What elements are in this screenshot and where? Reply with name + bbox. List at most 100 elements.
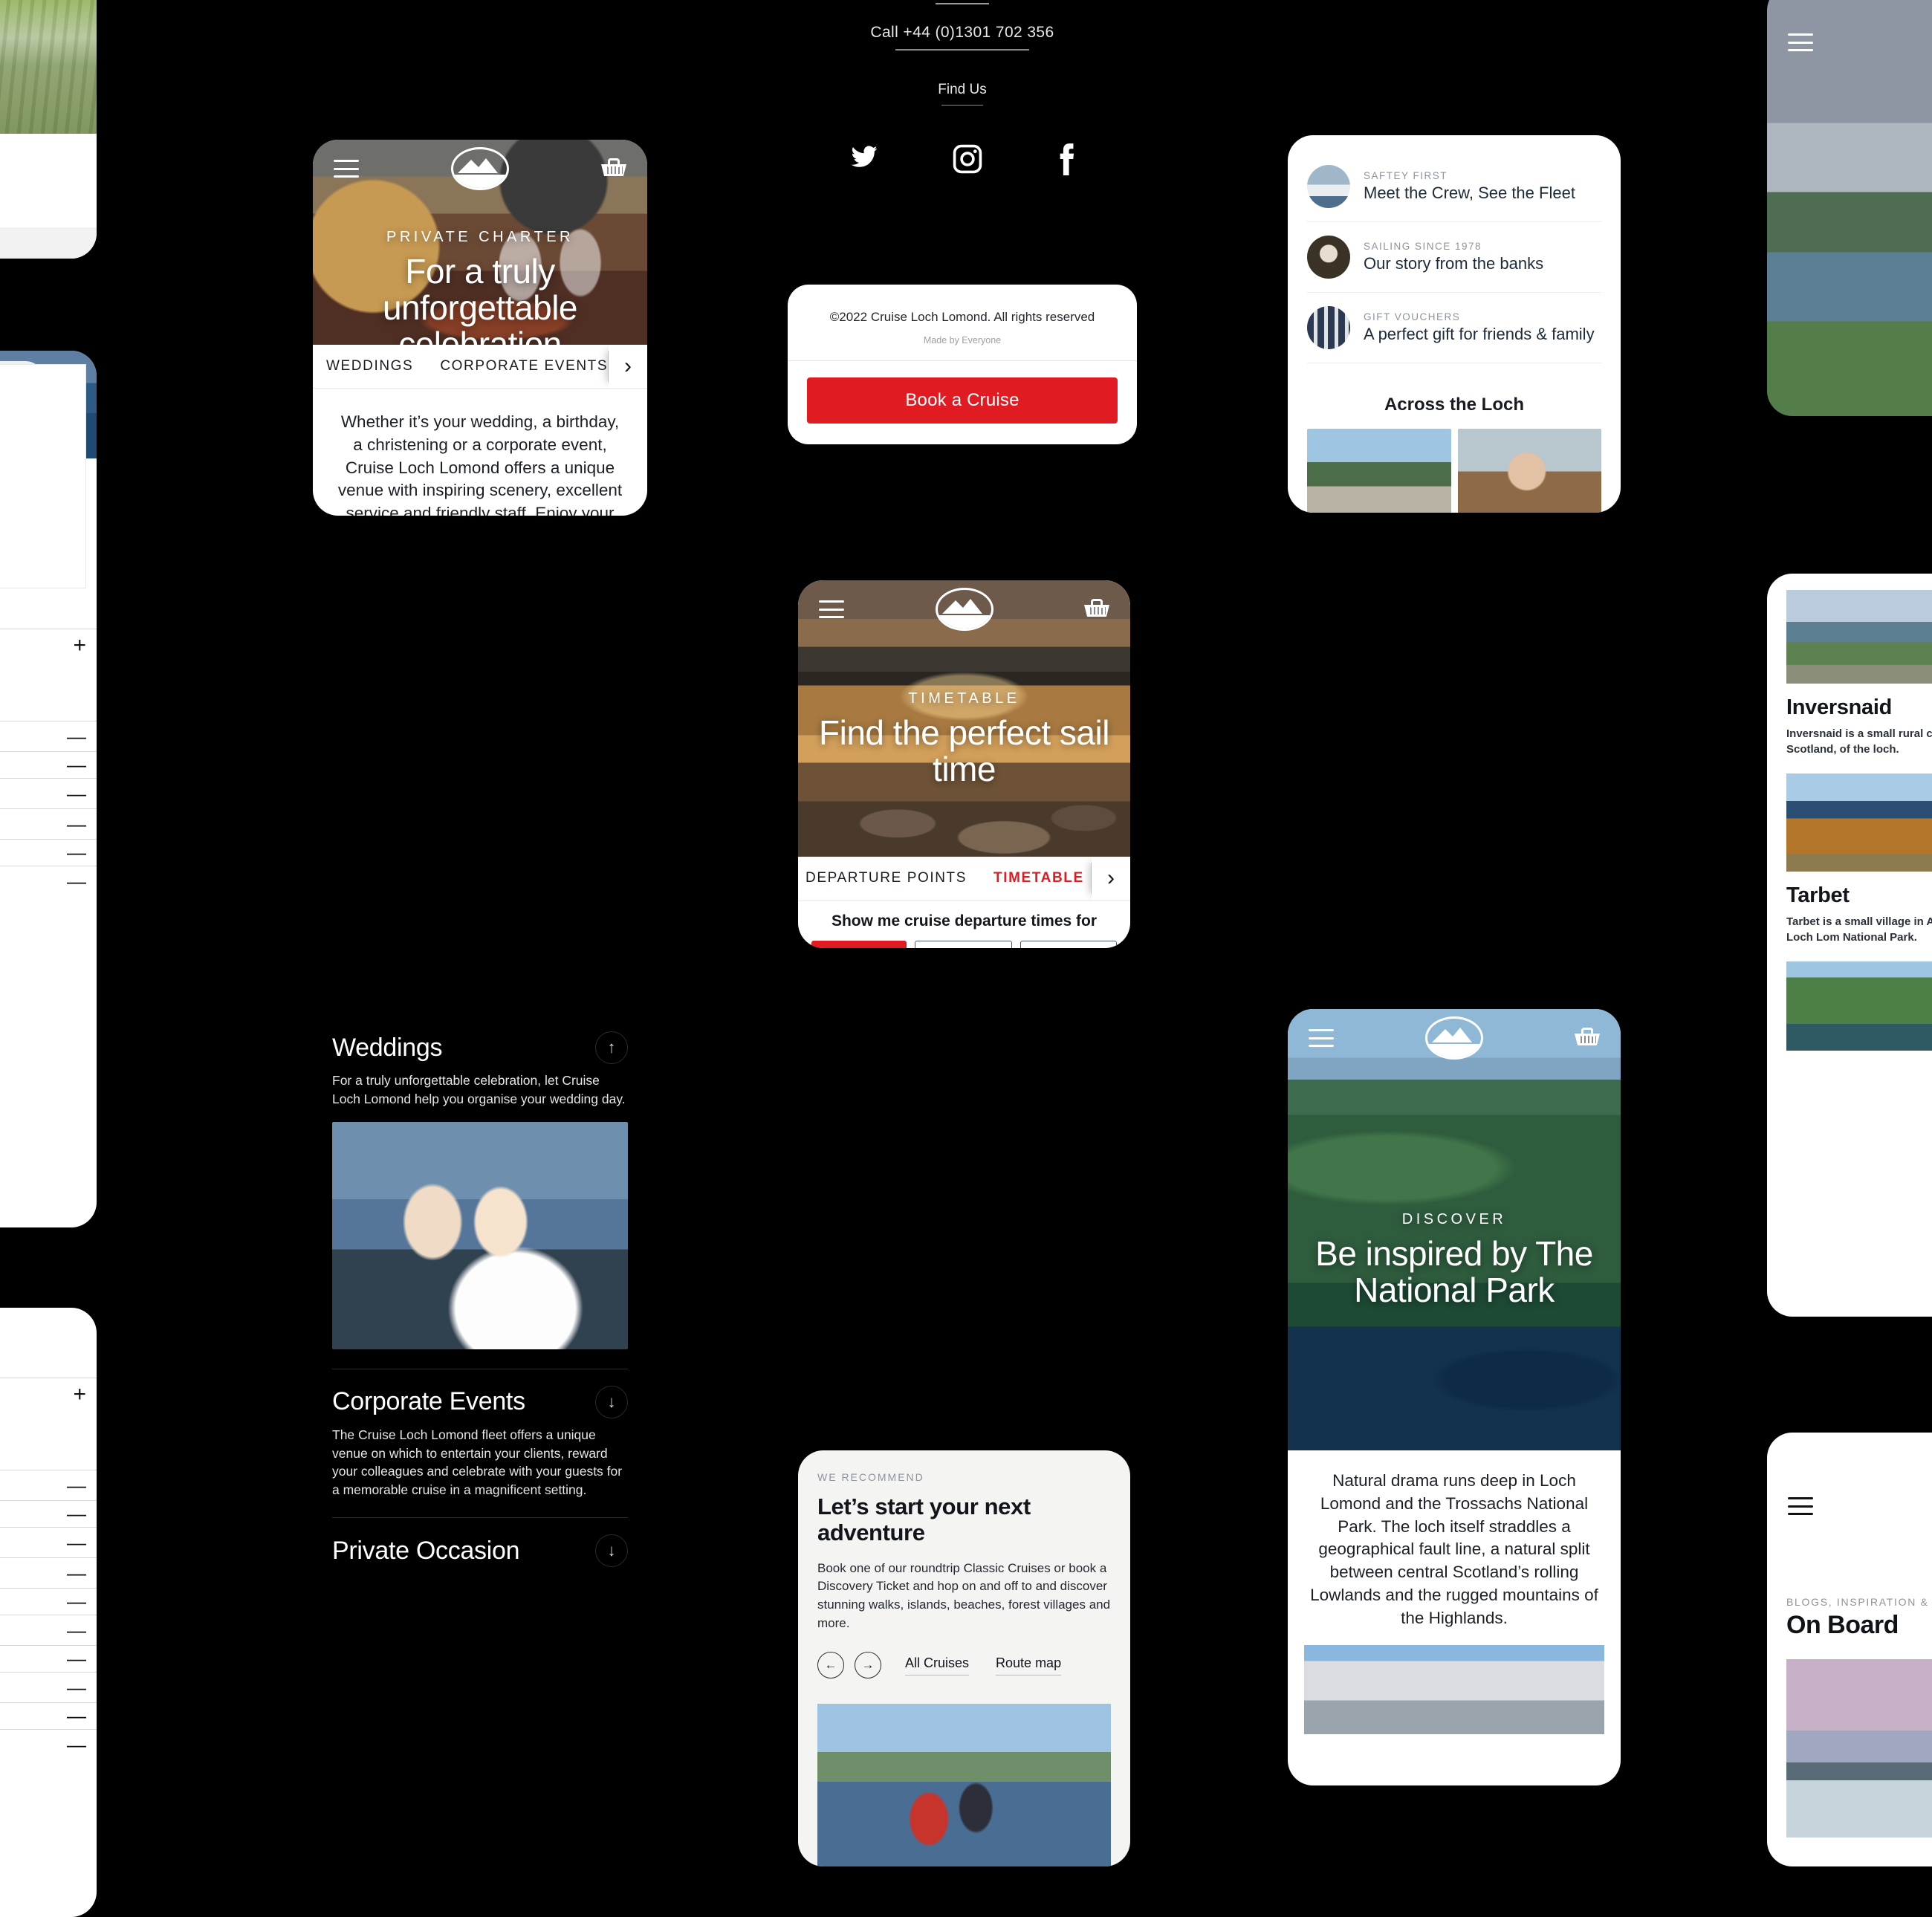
list-item[interactable]: GIFT VOUCHERS A perfect gift for friends… <box>1307 293 1601 363</box>
faq-row[interactable]: aterbus services+ <box>0 1378 97 1410</box>
minus-icon[interactable]: — <box>67 1735 86 1754</box>
weddings-accordion-card[interactable]: Weddings ↑ For a truly unforgettable cel… <box>313 1018 647 1866</box>
minus-icon[interactable]: — <box>67 755 86 774</box>
menu-icon[interactable] <box>1788 1497 1813 1515</box>
faq-row[interactable]: d?— <box>0 808 97 839</box>
filter-this-month-button[interactable]: This Month <box>1020 941 1117 948</box>
basket-icon[interactable] <box>1575 1028 1600 1048</box>
faq-row[interactable]: us child friendly?— <box>0 778 97 808</box>
brand-logo[interactable] <box>451 147 509 190</box>
find-us-link[interactable]: Find Us <box>788 82 1137 98</box>
faq-row[interactable]: y Ticket?— <box>0 1470 97 1500</box>
arrow-right-icon[interactable]: → <box>855 1652 881 1679</box>
list-item[interactable]: SAILING SINCE 1978 Our story from the ba… <box>1307 222 1601 293</box>
menu-icon[interactable] <box>819 600 844 618</box>
tabs-next-arrow-icon[interactable]: › <box>609 345 647 388</box>
minus-icon[interactable]: — <box>67 814 86 834</box>
minus-icon[interactable]: — <box>67 1706 86 1725</box>
filter-today-button[interactable]: Today <box>811 941 907 948</box>
minus-icon[interactable]: — <box>67 1649 86 1668</box>
basket-icon[interactable] <box>601 158 626 179</box>
footer-divider <box>788 360 1137 361</box>
minus-icon[interactable]: — <box>67 1621 86 1640</box>
minus-icon[interactable]: — <box>67 1504 86 1523</box>
minus-icon[interactable]: — <box>67 1476 86 1495</box>
girl-on-boat-photo[interactable] <box>1457 429 1601 513</box>
tab-departure-points[interactable]: DEPARTURE POINTS <box>798 870 980 886</box>
recommend-card[interactable]: WE RECOMMEND Let’s start your next adven… <box>798 1450 1130 1866</box>
menu-icon[interactable] <box>1788 33 1813 51</box>
edge-card-places[interactable]: Inversnaid Inversnaid is a small rural c… <box>1767 574 1932 1317</box>
book-a-cruise-button[interactable]: Book a Cruise <box>807 377 1118 424</box>
minus-icon[interactable]: — <box>67 1592 86 1611</box>
quick-filter-row: Today Tomorrow This Month <box>811 941 1117 948</box>
brand-logo[interactable] <box>1425 1016 1483 1060</box>
park-hero: DISCOVER Be inspired by The National Par… <box>1288 1009 1621 1450</box>
shore-trees-photo[interactable] <box>1307 429 1451 513</box>
filter-tomorrow-button[interactable]: Tomorrow <box>915 941 1012 948</box>
up-arrow-icon[interactable]: ↑ <box>595 1031 628 1064</box>
walks-photo-texture <box>0 0 97 134</box>
faq-row[interactable]: — <box>0 1702 97 1729</box>
faq-row[interactable]: d access?— <box>0 1672 97 1702</box>
faq-row[interactable]: — <box>0 751 97 778</box>
phone-link[interactable]: Call +44 (0)1301 702 356 <box>788 24 1137 42</box>
minus-icon[interactable]: — <box>67 727 86 746</box>
faq-row[interactable]: y Ticket?— <box>0 721 97 751</box>
faq-row[interactable]: us child friendly?— <box>0 1527 97 1557</box>
private-charter-card[interactable]: PRIVATE CHARTER For a truly unforgettabl… <box>313 140 647 516</box>
faq-row[interactable]: — <box>0 1500 97 1527</box>
national-park-card[interactable]: DISCOVER Be inspired by The National Par… <box>1288 1009 1621 1785</box>
plus-icon[interactable]: + <box>73 1384 86 1406</box>
faq-row[interactable]: — <box>0 839 97 866</box>
basket-icon[interactable] <box>1084 599 1109 620</box>
twitter-icon[interactable] <box>848 143 881 175</box>
explore-rows: SAFTEY FIRST Meet the Crew, See the Flee… <box>1288 135 1621 363</box>
route-map-link[interactable]: Route map <box>996 1655 1062 1676</box>
timetable-card-real[interactable]: TIMETABLE Find the perfect sail time DEP… <box>798 580 1130 948</box>
section-private-header[interactable]: Private Occasion ↓ <box>313 1534 647 1568</box>
timetable-filter-panel: Show me cruise departure times for Today… <box>798 901 1130 948</box>
faq-row[interactable]: — <box>0 1645 97 1672</box>
brand-logo[interactable] <box>935 588 993 631</box>
minus-icon[interactable]: — <box>67 1678 86 1697</box>
faq-row[interactable]: red?— <box>0 1729 97 1759</box>
charter-eyebrow: PRIVATE CHARTER <box>386 229 574 245</box>
section-weddings-header[interactable]: Weddings ↑ <box>313 1031 647 1064</box>
edge-card-departure[interactable]: SE LOCH LOMOND plus-icon+ Loch Lomond & … <box>0 351 97 1227</box>
minus-icon[interactable]: — <box>67 1563 86 1583</box>
explore-links-card[interactable]: SAFTEY FIRST Meet the Crew, See the Flee… <box>1288 135 1621 513</box>
edge-card-walks[interactable]: ke the road from char can link you up Lo… <box>0 0 97 259</box>
tab-corporate-events[interactable]: CORPORATE EVENTS <box>427 358 621 374</box>
facebook-icon[interactable] <box>1054 143 1077 175</box>
down-arrow-icon[interactable]: ↓ <box>595 1385 628 1418</box>
faq-row[interactable]: aterbus services + <box>0 629 97 661</box>
tab-timetable[interactable]: TIMETABLE <box>980 870 1098 886</box>
plus-icon[interactable]: + <box>73 635 86 657</box>
tabs-next-arrow-icon[interactable]: › <box>1092 857 1130 900</box>
edge-card-on-board[interactable]: BLOGS, INSPIRATION & MOR On Board <box>1767 1433 1932 1866</box>
minus-icon[interactable]: — <box>67 1533 86 1552</box>
route-map[interactable]: Loch Lomond & The Trossachs National Par… <box>0 364 86 588</box>
down-arrow-icon[interactable]: ↓ <box>595 1534 628 1568</box>
social-links <box>788 143 1137 175</box>
minus-icon[interactable]: — <box>67 784 86 803</box>
charter-hero-text: PRIVATE CHARTER For a truly unforgettabl… <box>313 229 647 345</box>
faq-row[interactable]: d?— <box>0 1557 97 1588</box>
faq-row[interactable]: — <box>0 1588 97 1615</box>
menu-icon[interactable] <box>1309 1029 1334 1047</box>
tab-weddings[interactable]: WEDDINGS <box>313 358 427 374</box>
list-item[interactable]: SAFTEY FIRST Meet the Crew, See the Flee… <box>1307 152 1601 222</box>
edge-card-faq[interactable]: stions aterbus services+ een April and N… <box>0 1308 97 1917</box>
section-weddings-body: For a truly unforgettable celebration, l… <box>332 1073 626 1106</box>
section-corporate-header[interactable]: Corporate Events ↓ <box>313 1385 647 1418</box>
all-cruises-link[interactable]: All Cruises <box>905 1655 970 1676</box>
faq-row[interactable]: quipment on board?— <box>0 1615 97 1645</box>
instagram-icon[interactable] <box>951 143 984 175</box>
edge-card-inversnaid-hero[interactable]: DISCO Invers <box>1767 0 1932 416</box>
minus-icon[interactable]: — <box>67 843 86 862</box>
arrow-left-icon[interactable]: ← <box>817 1652 844 1679</box>
minus-icon[interactable]: — <box>67 872 86 891</box>
faq-row[interactable]: quipment on board?— <box>0 866 97 896</box>
menu-icon[interactable] <box>334 160 359 178</box>
